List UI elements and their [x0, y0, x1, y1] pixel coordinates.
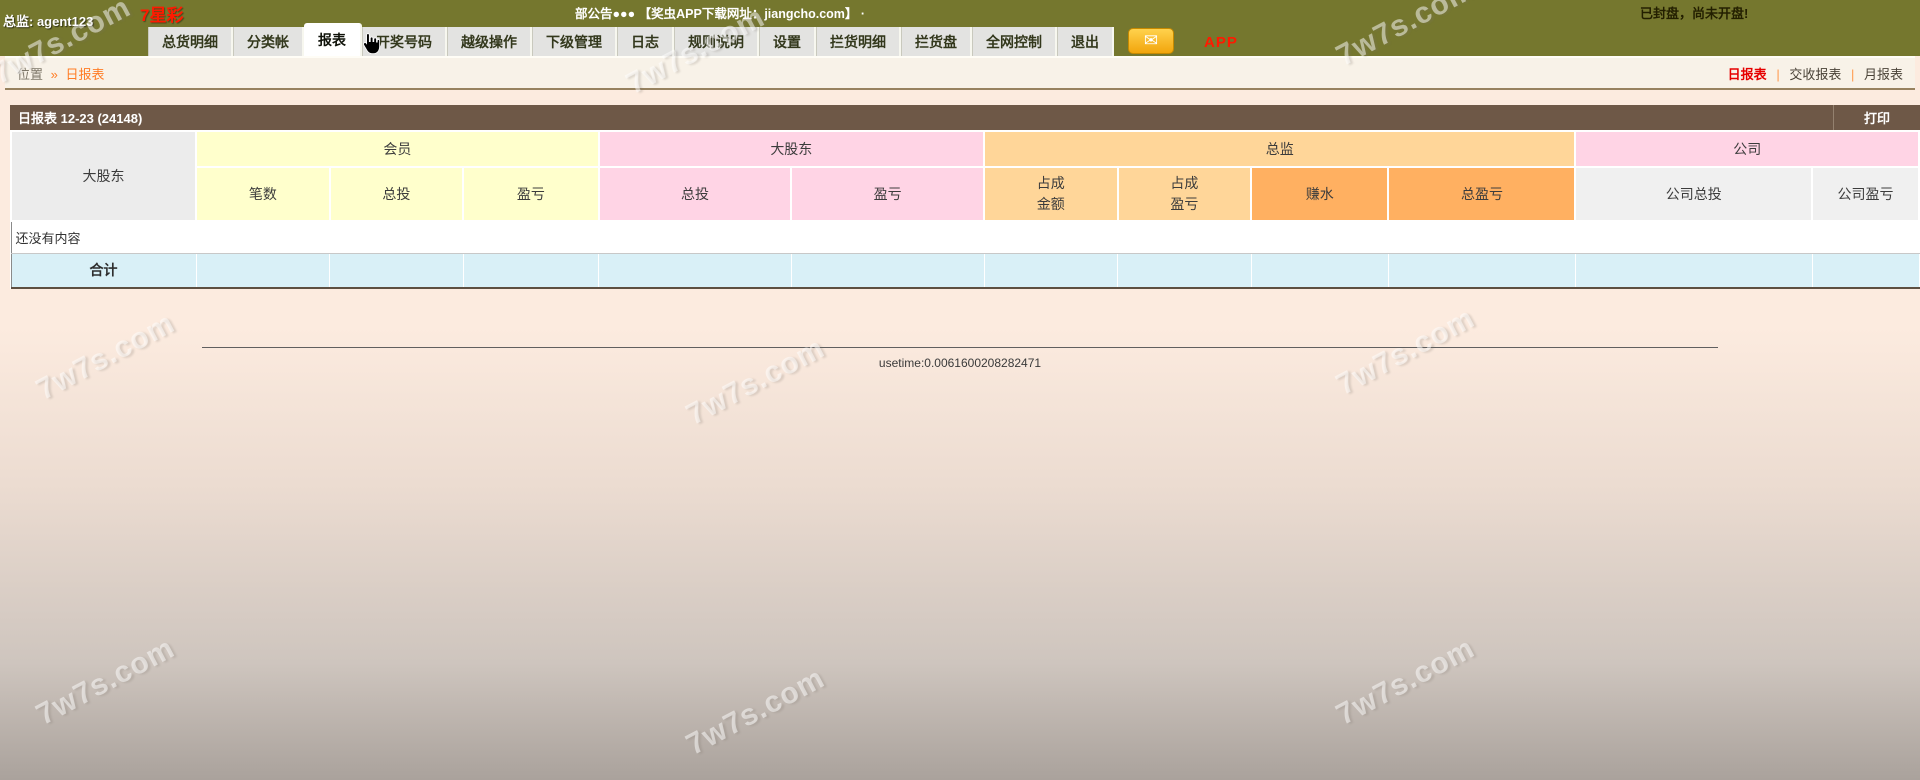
total-cell [463, 254, 598, 288]
column-header-sh-pl: 盈亏 [791, 167, 984, 221]
total-cell [791, 254, 984, 288]
empty-state-text: 还没有内容 [11, 221, 1919, 254]
watermark: 7w7s.com [31, 631, 181, 732]
table-group-header-row: 大股东 会员 大股东 总监 公司 [11, 131, 1919, 167]
link-daily-report[interactable]: 日报表 [1728, 67, 1767, 82]
column-header-company-stake: 公司总投 [1575, 167, 1812, 221]
total-cell [196, 254, 330, 288]
total-cell [1251, 254, 1388, 288]
top-header: 总监: agent123 7星彩 部公告●●● 【奖虫APP下载网址：jiang… [0, 0, 1920, 56]
tab-tuichu[interactable]: 退出 [1057, 27, 1114, 56]
column-header-share-amount: 占成 金额 [984, 167, 1118, 221]
footer-divider [202, 347, 1719, 348]
tab-guize-shuoming[interactable]: 规则说明 [674, 27, 759, 56]
print-button[interactable]: 打印 [1833, 105, 1920, 130]
usetime-text: usetime:0.0061600208282471 [0, 356, 1920, 370]
tab-baobiao[interactable]: 报表 [304, 23, 362, 56]
betting-status: 已封盘，尚未开盘! [1640, 3, 1748, 22]
group-header-supervisor: 总监 [984, 131, 1575, 167]
main-content: 日报表 12-23 (24148) 打印 大股东 会员 大股东 总监 公司 笔数 [0, 90, 1920, 370]
group-header-company: 公司 [1575, 131, 1919, 167]
tab-shezhi[interactable]: 设置 [759, 27, 816, 56]
total-cell [599, 254, 792, 288]
report-type-links: 日报表 | 交收报表 | 月报表 [1728, 64, 1903, 83]
column-header-member-pl: 盈亏 [463, 167, 598, 221]
envelope-icon: ✉ [1144, 31, 1158, 51]
tab-rizhi[interactable]: 日志 [617, 27, 674, 56]
column-header-member-stake: 总投 [330, 167, 464, 221]
total-row: 合计 [11, 254, 1919, 288]
tab-xiaji-guanli[interactable]: 下级管理 [532, 27, 617, 56]
total-cell [1575, 254, 1812, 288]
mail-button[interactable]: ✉ [1128, 28, 1174, 54]
total-cell [330, 254, 464, 288]
tab-fenleizhang[interactable]: 分类帐 [233, 27, 304, 56]
page: 总监: agent123 7星彩 部公告●●● 【奖虫APP下载网址：jiang… [0, 0, 1920, 780]
link-monthly-report[interactable]: 月报表 [1864, 67, 1903, 82]
link-divider: | [1776, 67, 1779, 82]
tab-lanhuo-pan[interactable]: 拦货盘 [901, 27, 972, 56]
total-cell [1388, 254, 1575, 288]
tab-zonghuo-mingxi[interactable]: 总货明细 [148, 27, 233, 56]
column-header-commission: 赚水 [1251, 167, 1388, 221]
daily-report-table: 大股东 会员 大股东 总监 公司 笔数 总投 盈亏 总投 盈亏 占成 金额 占成… [10, 130, 1920, 289]
column-header-shareholder-axis: 大股东 [11, 131, 196, 221]
total-label: 合计 [11, 254, 196, 288]
breadcrumb: 位置 » 日报表 [17, 64, 105, 83]
link-divider: | [1851, 67, 1854, 82]
total-cell [1812, 254, 1919, 288]
tab-lanhuo-mingxi[interactable]: 拦货明细 [816, 27, 901, 56]
group-header-shareholder: 大股东 [599, 131, 984, 167]
mouse-cursor-icon [358, 32, 381, 57]
tab-quanwang-kongzhi[interactable]: 全网控制 [972, 27, 1057, 56]
table-sub-header-row: 笔数 总投 盈亏 总投 盈亏 占成 金额 占成 盈亏 赚水 总盈亏 公司总投 公… [11, 167, 1919, 221]
total-cell [1118, 254, 1252, 288]
report-title-bar: 日报表 12-23 (24148) 打印 [10, 105, 1920, 130]
tab-yueji-caozuo[interactable]: 越级操作 [447, 27, 532, 56]
column-header-company-pl: 公司盈亏 [1812, 167, 1919, 221]
breadcrumb-current-page: 日报表 [66, 67, 105, 82]
main-nav: 总货明细 分类帐 报表 开奖号码 越级操作 下级管理 日志 规则说明 设置 拦货… [148, 23, 1238, 56]
column-header-sh-stake: 总投 [599, 167, 792, 221]
column-header-total-pl: 总盈亏 [1388, 167, 1575, 221]
group-header-member: 会员 [196, 131, 599, 167]
breadcrumb-separator: » [51, 67, 58, 82]
empty-state-row: 还没有内容 [11, 221, 1919, 254]
total-cell [984, 254, 1118, 288]
link-settlement-report[interactable]: 交收报表 [1789, 67, 1841, 82]
watermark: 7w7s.com [681, 661, 831, 762]
column-header-share-pl: 占成 盈亏 [1118, 167, 1252, 221]
app-download-link[interactable]: APP [1204, 34, 1238, 51]
agent-account-label: 总监: agent123 [3, 11, 93, 30]
watermark: 7w7s.com [1331, 631, 1481, 732]
column-header-bet-count: 笔数 [196, 167, 330, 221]
announcement-marquee: 部公告●●● 【奖虫APP下载网址：jiangcho.com】 · [575, 3, 865, 22]
breadcrumb-location-label: 位置 [17, 67, 43, 82]
report-title: 日报表 12-23 (24148) [10, 108, 142, 127]
breadcrumb-bar: 位置 » 日报表 日报表 | 交收报表 | 月报表 [5, 56, 1915, 90]
